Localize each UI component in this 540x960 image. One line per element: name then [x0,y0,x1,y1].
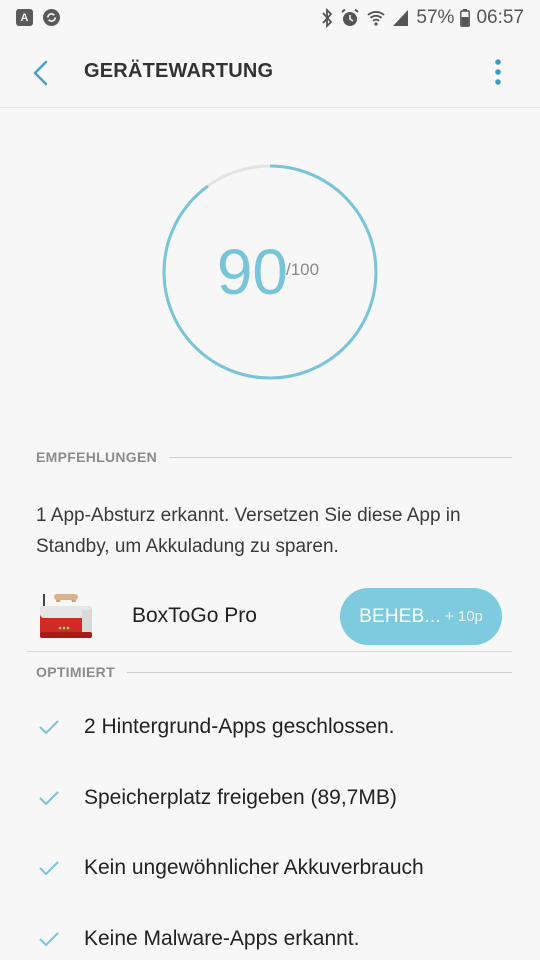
alarm-icon [340,8,360,28]
optimized-item: 2 Hintergrund-Apps geschlossen. [36,707,512,747]
signal-icon [392,9,410,27]
sync-notification-icon [43,9,60,26]
section-divider [169,456,512,458]
score-max: /100 [286,260,320,279]
more-options-button[interactable] [492,58,504,88]
optimized-item: Kein ungewöhnlicher Akkuverbrauch [36,848,512,888]
checkmark-icon [39,791,59,806]
back-arrow-icon [33,60,48,86]
section-divider [126,671,512,673]
fix-button[interactable]: BEHEB... + 10p [340,588,502,645]
page-title: GERÄTEWARTUNG [84,60,274,82]
optimized-item-text: Speicherplatz freigeben (89,7MB) [84,786,397,809]
fix-button-label: BEHEB... [359,605,441,627]
divider [26,651,512,652]
wifi-icon [366,9,386,27]
recommendations-header: EMPFEHLUNGEN [36,447,512,467]
score-value: 90 [216,236,288,308]
device-score-gauge: 90 /100 [160,162,380,382]
app-bar: GERÄTEWARTUNG [0,36,540,108]
back-button[interactable] [24,56,58,90]
optimized-item-text: Kein ungewöhnlicher Akkuverbrauch [84,856,424,879]
checkmark-icon [39,932,59,947]
more-vert-icon [495,59,501,85]
boxtogo-app-icon [36,590,96,642]
recommendation-message: 1 App-Absturz erkannt. Versetzen Sie die… [36,505,461,557]
fix-button-points: + 10p [444,608,483,625]
optimized-item: Speicherplatz freigeben (89,7MB) [36,778,512,818]
status-bar: A 57% 06:57 [0,0,540,36]
bluetooth-icon [320,8,334,28]
system-icons: 57% 06:57 [320,7,524,29]
battery-percentage: 57% [416,7,455,28]
optimized-header: OPTIMIERT [36,662,512,682]
app-name: BoxToGo Pro [132,604,257,627]
notification-icons: A [16,9,60,26]
crashed-app-row: BoxToGo Pro BEHEB... + 10p [36,588,512,650]
checkmark-icon [39,861,59,876]
optimized-item-text: 2 Hintergrund-Apps geschlossen. [84,715,395,738]
optimized-label: OPTIMIERT [36,664,115,680]
clock: 06:57 [476,7,524,28]
optimized-item-text: Keine Malware-Apps erkannt. [84,927,360,950]
battery-icon [460,9,471,27]
checkmark-icon [39,720,59,735]
recommendations-label: EMPFEHLUNGEN [36,449,158,465]
a-notification-icon: A [16,9,33,26]
optimized-item: Keine Malware-Apps erkannt. [36,919,512,959]
